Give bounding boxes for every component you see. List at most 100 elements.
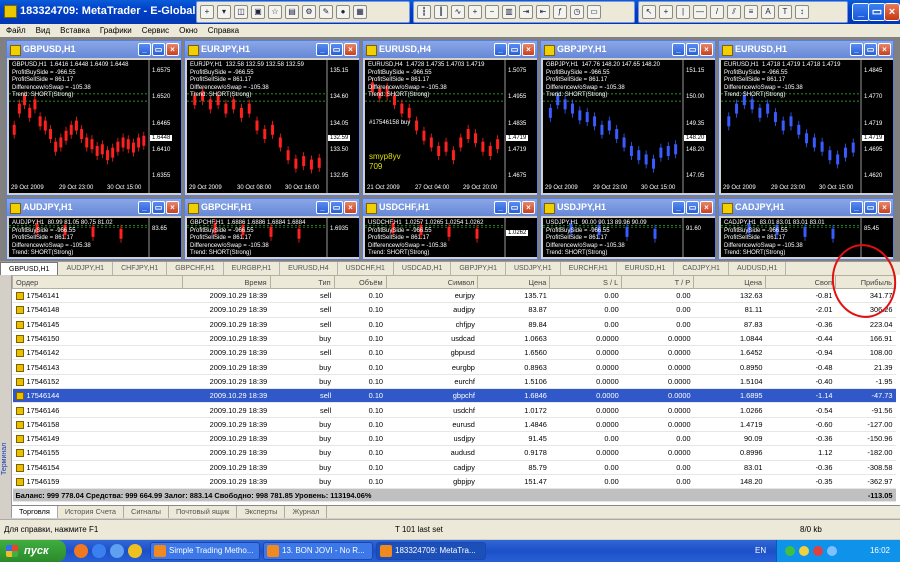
col-tp[interactable]: T / P <box>621 275 695 289</box>
chart-canvas[interactable]: USDJPY,H1 90.00 90.13 89.96 90.09 ProfitB… <box>543 218 715 257</box>
chart-tab[interactable]: USDCHF,H1 <box>338 262 394 275</box>
chart-minimize-button[interactable]: _ <box>672 201 685 214</box>
desktop-icon[interactable] <box>110 544 124 558</box>
editor-icon[interactable]: ✎ <box>319 5 333 19</box>
table-row[interactable]: 17546154 2009.10.29 18:39 buy 0.10 cadjpy 85.… <box>12 460 896 475</box>
chart-maximize-button[interactable]: ▭ <box>508 43 521 56</box>
chart-close-button[interactable]: × <box>166 43 179 56</box>
chart-minimize-button[interactable]: _ <box>850 43 863 56</box>
chart-window-title[interactable]: CADJPY,H1 _ ▭ × <box>719 199 893 216</box>
task-metatrader[interactable]: 183324709: MetaTra... <box>376 542 486 560</box>
chart-tab[interactable]: GBPUSD,H1 <box>0 262 59 275</box>
quicklaunch-icon[interactable] <box>128 544 142 558</box>
tile-icon[interactable]: ▥ <box>502 5 516 19</box>
chart-maximize-button[interactable]: ▭ <box>686 43 699 56</box>
chart-window-title[interactable]: EURJPY,H1 _ ▭ × <box>185 41 359 58</box>
chart-window[interactable]: GBPJPY,H1 _ ▭ × GBPJPY,H1 147.76 148.20 14… <box>540 40 716 196</box>
table-row[interactable]: 17546141 2009.10.29 18:39 sell 0.10 eurjpy 13… <box>12 288 896 304</box>
task-media[interactable]: 13. BON JOVI - No R... <box>263 542 373 560</box>
table-row[interactable]: 17546146 2009.10.29 18:39 sell 0.10 usdchf 1.… <box>12 402 896 418</box>
chart-window-title[interactable]: GBPCHF,H1 _ ▭ × <box>185 199 359 216</box>
table-row[interactable]: 17546144 2009.10.29 18:39 sell 0.10 gbpchf 1.… <box>12 388 896 404</box>
tray-icon-update[interactable] <box>827 546 837 556</box>
trendline-icon[interactable]: / <box>710 5 724 19</box>
chart-tab[interactable]: GBPCHF,H1 <box>167 262 224 275</box>
chart-window[interactable]: USDCHF,H1 _ ▭ × USDCHF,H1 1.0257 1.0265 1.… <box>362 198 538 260</box>
chart-minimize-button[interactable]: _ <box>850 201 863 214</box>
chart-canvas[interactable]: GBPCHF,H1 1.6886 1.6886 1.6884 1.6884 Pro… <box>187 218 359 257</box>
menu-window[interactable]: Окно <box>179 24 198 37</box>
chart-close-button[interactable]: × <box>522 201 535 214</box>
chart-minimize-button[interactable]: _ <box>316 43 329 56</box>
horizontal-line-icon[interactable]: — <box>693 5 707 19</box>
terminal-tab[interactable]: Журнал <box>285 506 328 518</box>
data-window-icon[interactable]: ▣ <box>251 5 265 19</box>
chart-canvas[interactable]: GBPUSD,H1 1.6416 1.6448 1.6409 1.6448 Pro… <box>9 60 181 193</box>
language-indicator[interactable]: EN <box>755 540 766 562</box>
chart-maximize-button[interactable]: ▭ <box>864 201 877 214</box>
zoom-out-icon[interactable]: − <box>485 5 499 19</box>
vertical-line-icon[interactable]: | <box>676 5 690 19</box>
expert-advisors-icon[interactable]: ● <box>336 5 350 19</box>
tray-icon-security[interactable] <box>813 546 823 556</box>
terminal-icon[interactable]: ▤ <box>285 5 299 19</box>
navigator-icon[interactable]: ☆ <box>268 5 282 19</box>
chart-close-button[interactable]: × <box>166 201 179 214</box>
col-time[interactable]: Время <box>181 275 271 289</box>
chart-tab[interactable]: CADJPY,H1 <box>674 262 729 275</box>
profiles-icon[interactable]: ▾ <box>217 5 231 19</box>
chart-maximize-button[interactable]: ▭ <box>686 201 699 214</box>
chart-tab[interactable]: USDJPY,H1 <box>506 262 561 275</box>
bar-chart-icon[interactable]: ┇ <box>417 5 431 19</box>
chart-tab[interactable]: EURUSD,H1 <box>617 262 675 275</box>
label-icon[interactable]: T <box>778 5 792 19</box>
chart-maximize-button[interactable]: ▭ <box>864 43 877 56</box>
chart-tab[interactable]: AUDUSD,H1 <box>729 262 787 275</box>
tray-icon-network[interactable] <box>785 546 795 556</box>
chart-window-title[interactable]: USDCHF,H1 _ ▭ × <box>363 199 537 216</box>
chart-window[interactable]: EURJPY,H1 _ ▭ × EURJPY,H1 132.58 132.59 13… <box>184 40 360 196</box>
col-order[interactable]: Ордер <box>12 275 183 289</box>
menu-view[interactable]: Вид <box>36 24 50 37</box>
chart-window[interactable]: GBPCHF,H1 _ ▭ × GBPCHF,H1 1.6886 1.6886 1.… <box>184 198 360 260</box>
chart-tab[interactable]: CHFJPY,H1 <box>113 262 168 275</box>
terminal-tab[interactable]: Почтовый ящик <box>169 506 238 518</box>
col-symbol[interactable]: Символ <box>385 275 479 289</box>
chart-close-button[interactable]: × <box>878 201 891 214</box>
terminal-tab[interactable]: Эксперты <box>237 506 286 518</box>
chart-canvas[interactable]: EURUSD,H4 1.4728 1.4735 1.4703 1.4719 Pro… <box>365 60 537 193</box>
menu-file[interactable]: Файл <box>6 24 26 37</box>
browser-icon[interactable] <box>92 544 106 558</box>
chart-window-title[interactable]: EURUSD,H4 _ ▭ × <box>363 41 537 58</box>
chart-minimize-button[interactable]: _ <box>494 43 507 56</box>
chart-close-button[interactable]: × <box>344 201 357 214</box>
new-order-icon[interactable]: + <box>200 5 214 19</box>
chart-maximize-button[interactable]: ▭ <box>508 201 521 214</box>
text-icon[interactable]: A <box>761 5 775 19</box>
chart-canvas[interactable]: AUDJPY,H1 80.99 81.05 80.75 81.02 ProfitB… <box>9 218 181 257</box>
menu-insert[interactable]: Вставка <box>60 24 90 37</box>
table-row[interactable]: 17546158 2009.10.29 18:39 buy 0.10 eurusd 1.4… <box>12 417 896 432</box>
chart-canvas[interactable]: USDCHF,H1 1.0257 1.0265 1.0254 1.0262 Pro… <box>365 218 537 257</box>
chart-minimize-button[interactable]: _ <box>138 43 151 56</box>
crosshair-icon[interactable]: + <box>659 5 673 19</box>
candle-chart-icon[interactable]: ┃ <box>434 5 448 19</box>
chart-window[interactable]: EURUSD,H4 _ ▭ × EURUSD,H4 1.4728 1.4735 1.… <box>362 40 538 196</box>
chart-canvas[interactable]: EURJPY,H1 132.58 132.59 132.58 132.59 Pro… <box>187 60 359 193</box>
chart-maximize-button[interactable]: ▭ <box>152 43 165 56</box>
chart-maximize-button[interactable]: ▭ <box>152 201 165 214</box>
col-type[interactable]: Тип <box>269 275 335 289</box>
autoscroll-icon[interactable]: ⇥ <box>519 5 533 19</box>
chart-maximize-button[interactable]: ▭ <box>330 201 343 214</box>
table-row[interactable]: 17546149 2009.10.29 18:39 buy 0.10 usdjpy 91.… <box>12 431 896 447</box>
market-watch-icon[interactable]: ◫ <box>234 5 248 19</box>
channel-icon[interactable]: ⫽ <box>727 5 741 19</box>
chart-window[interactable]: EURUSD,H1 _ ▭ × EURUSD,H1 1.4718 1.4719 1.… <box>718 40 894 196</box>
strategy-tester-icon[interactable]: ⚙ <box>302 5 316 19</box>
chart-window[interactable]: AUDJPY,H1 _ ▭ × AUDJPY,H1 80.99 81.05 80.7… <box>6 198 182 260</box>
chart-minimize-button[interactable]: _ <box>494 201 507 214</box>
chart-canvas[interactable]: EURUSD,H1 1.4718 1.4719 1.4718 1.4719 Pro… <box>721 60 893 193</box>
close-button[interactable]: × <box>884 3 900 21</box>
table-row[interactable]: 17546145 2009.10.29 18:39 sell 0.10 chfjpy 89… <box>12 317 896 332</box>
start-button[interactable]: пуск <box>0 540 66 562</box>
